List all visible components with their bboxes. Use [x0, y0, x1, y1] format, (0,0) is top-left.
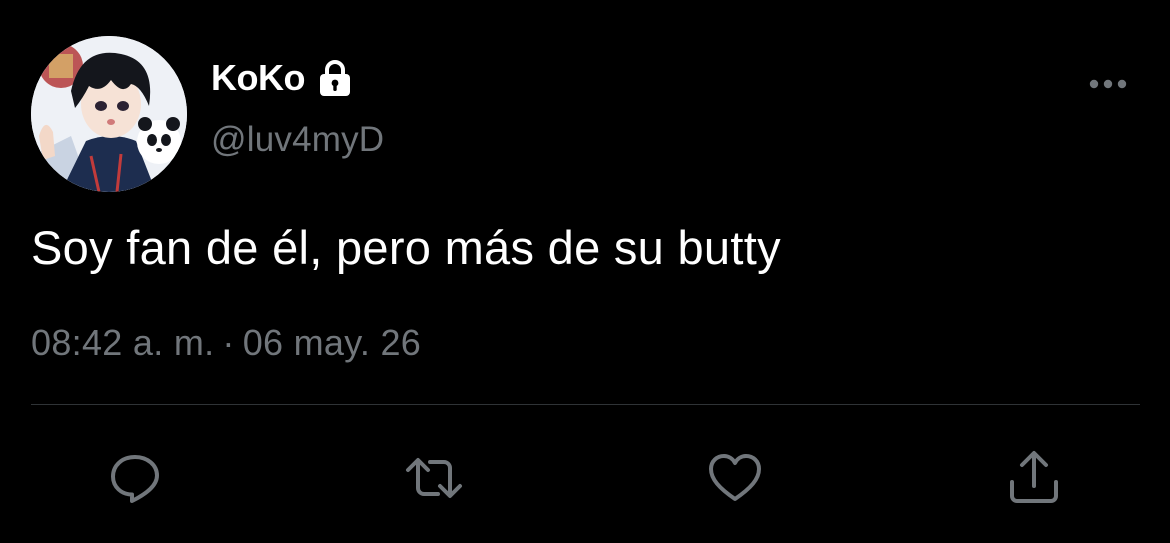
action-bar — [0, 448, 1170, 508]
display-name-row: KoKo — [211, 56, 355, 100]
tweet-text: Soy fan de él, pero más de su butty — [31, 221, 781, 274]
user-handle[interactable]: @luv4myD — [211, 120, 384, 160]
retweet-icon — [406, 458, 462, 498]
tweet-date[interactable]: 06 may. 26 — [243, 322, 421, 363]
like-icon — [709, 454, 761, 501]
retweet-button[interactable] — [404, 448, 464, 508]
display-name[interactable]: KoKo — [211, 57, 305, 99]
tweet-time[interactable]: 08:42 a. m. — [31, 322, 214, 363]
share-icon — [1010, 451, 1058, 503]
reply-icon — [111, 455, 159, 503]
avatar-illustration — [31, 36, 187, 192]
more-icon[interactable] — [1086, 72, 1130, 96]
tweet-card: KoKo @luv4myD Soy fan de él, pero más de… — [0, 0, 1170, 543]
divider — [31, 404, 1140, 405]
like-button[interactable] — [705, 448, 765, 508]
lock-icon — [315, 58, 355, 98]
tweet-metadata: 08:42 a. m. · 06 may. 26 — [31, 322, 421, 364]
meta-separator: · — [222, 322, 235, 363]
profile-avatar[interactable] — [31, 36, 187, 192]
share-button[interactable] — [1004, 448, 1064, 508]
reply-button[interactable] — [105, 448, 165, 508]
